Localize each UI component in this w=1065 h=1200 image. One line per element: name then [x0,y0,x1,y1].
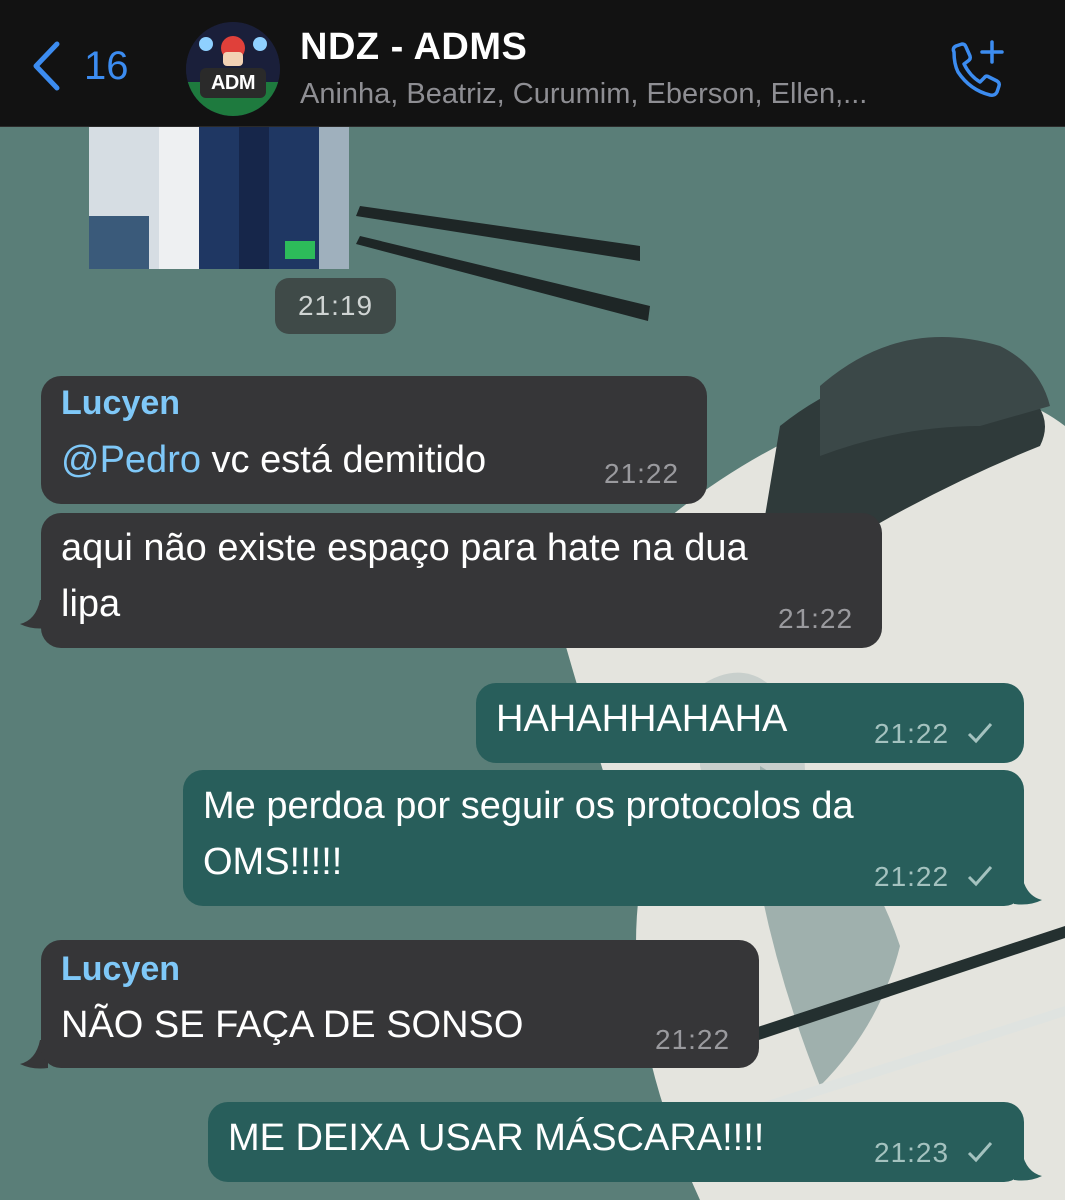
message-time: 21:22 [874,718,950,749]
checkmark-icon [967,723,993,744]
incoming-message[interactable]: Lucyen @Pedro vc está demitido 21:22 [41,376,707,504]
back-button[interactable]: 16 [30,36,129,96]
message-time: 21:22 [655,1024,731,1055]
message-time: 21:23 [874,1137,950,1168]
message-text-body: vc está demitido [200,439,487,481]
chevron-left-icon [33,41,60,91]
photo-image [89,126,349,269]
unread-count: 16 [84,43,129,88]
checkmark-icon [967,1142,993,1163]
checkmark-icon [967,866,993,887]
avatar-image [186,22,280,116]
photo-timestamp: 21:19 [275,278,396,334]
group-members[interactable]: Aninha, Beatriz, Curumim, Eberson, Ellen… [300,78,867,111]
message-text: NÃO SE FAÇA DE SONSO [61,1004,524,1046]
add-call-button[interactable] [944,38,1008,98]
shared-photo[interactable] [89,126,349,269]
message-text: ME DEIXA USAR MÁSCARA!!!! [228,1117,765,1159]
group-name[interactable]: NDZ - ADMS [300,26,527,69]
add-call-icon [951,40,1004,97]
message-text-line-1: aqui não existe espaço para hate na dua [61,527,748,569]
outgoing-message[interactable]: ME DEIXA USAR MÁSCARA!!!! 21:23 [208,1102,1024,1182]
message-time: 21:22 [778,603,854,634]
message-text-line-2: lipa [61,583,121,625]
incoming-message[interactable]: Lucyen NÃO SE FAÇA DE SONSO 21:22 [41,940,759,1068]
mention-link[interactable]: @Pedro [61,439,201,481]
sender-name: Lucyen [61,950,181,988]
group-avatar[interactable]: ADM [186,22,280,116]
message-text-line-1: Me perdoa por seguir os protocolos da [203,785,854,827]
avatar-label: ADM [210,72,256,94]
incoming-message[interactable]: aqui não existe espaço para hate na dua … [41,513,882,648]
outgoing-message[interactable]: HAHAHHAHAHA 21:22 [476,683,1024,763]
message-time: 21:22 [604,458,680,489]
message-text: @Pedro vc está demitido [61,432,486,488]
outgoing-message[interactable]: Me perdoa por seguir os protocolos da OM… [183,770,1024,906]
message-text: HAHAHHAHAHA [496,698,788,740]
message-time: 21:22 [874,861,950,892]
message-text-line-2: OMS!!!!! [203,841,343,883]
chat-header: 16 ADM NDZ - ADMS Aninha, Beatriz, Curum… [0,0,1065,127]
sender-name: Lucyen [61,384,181,422]
